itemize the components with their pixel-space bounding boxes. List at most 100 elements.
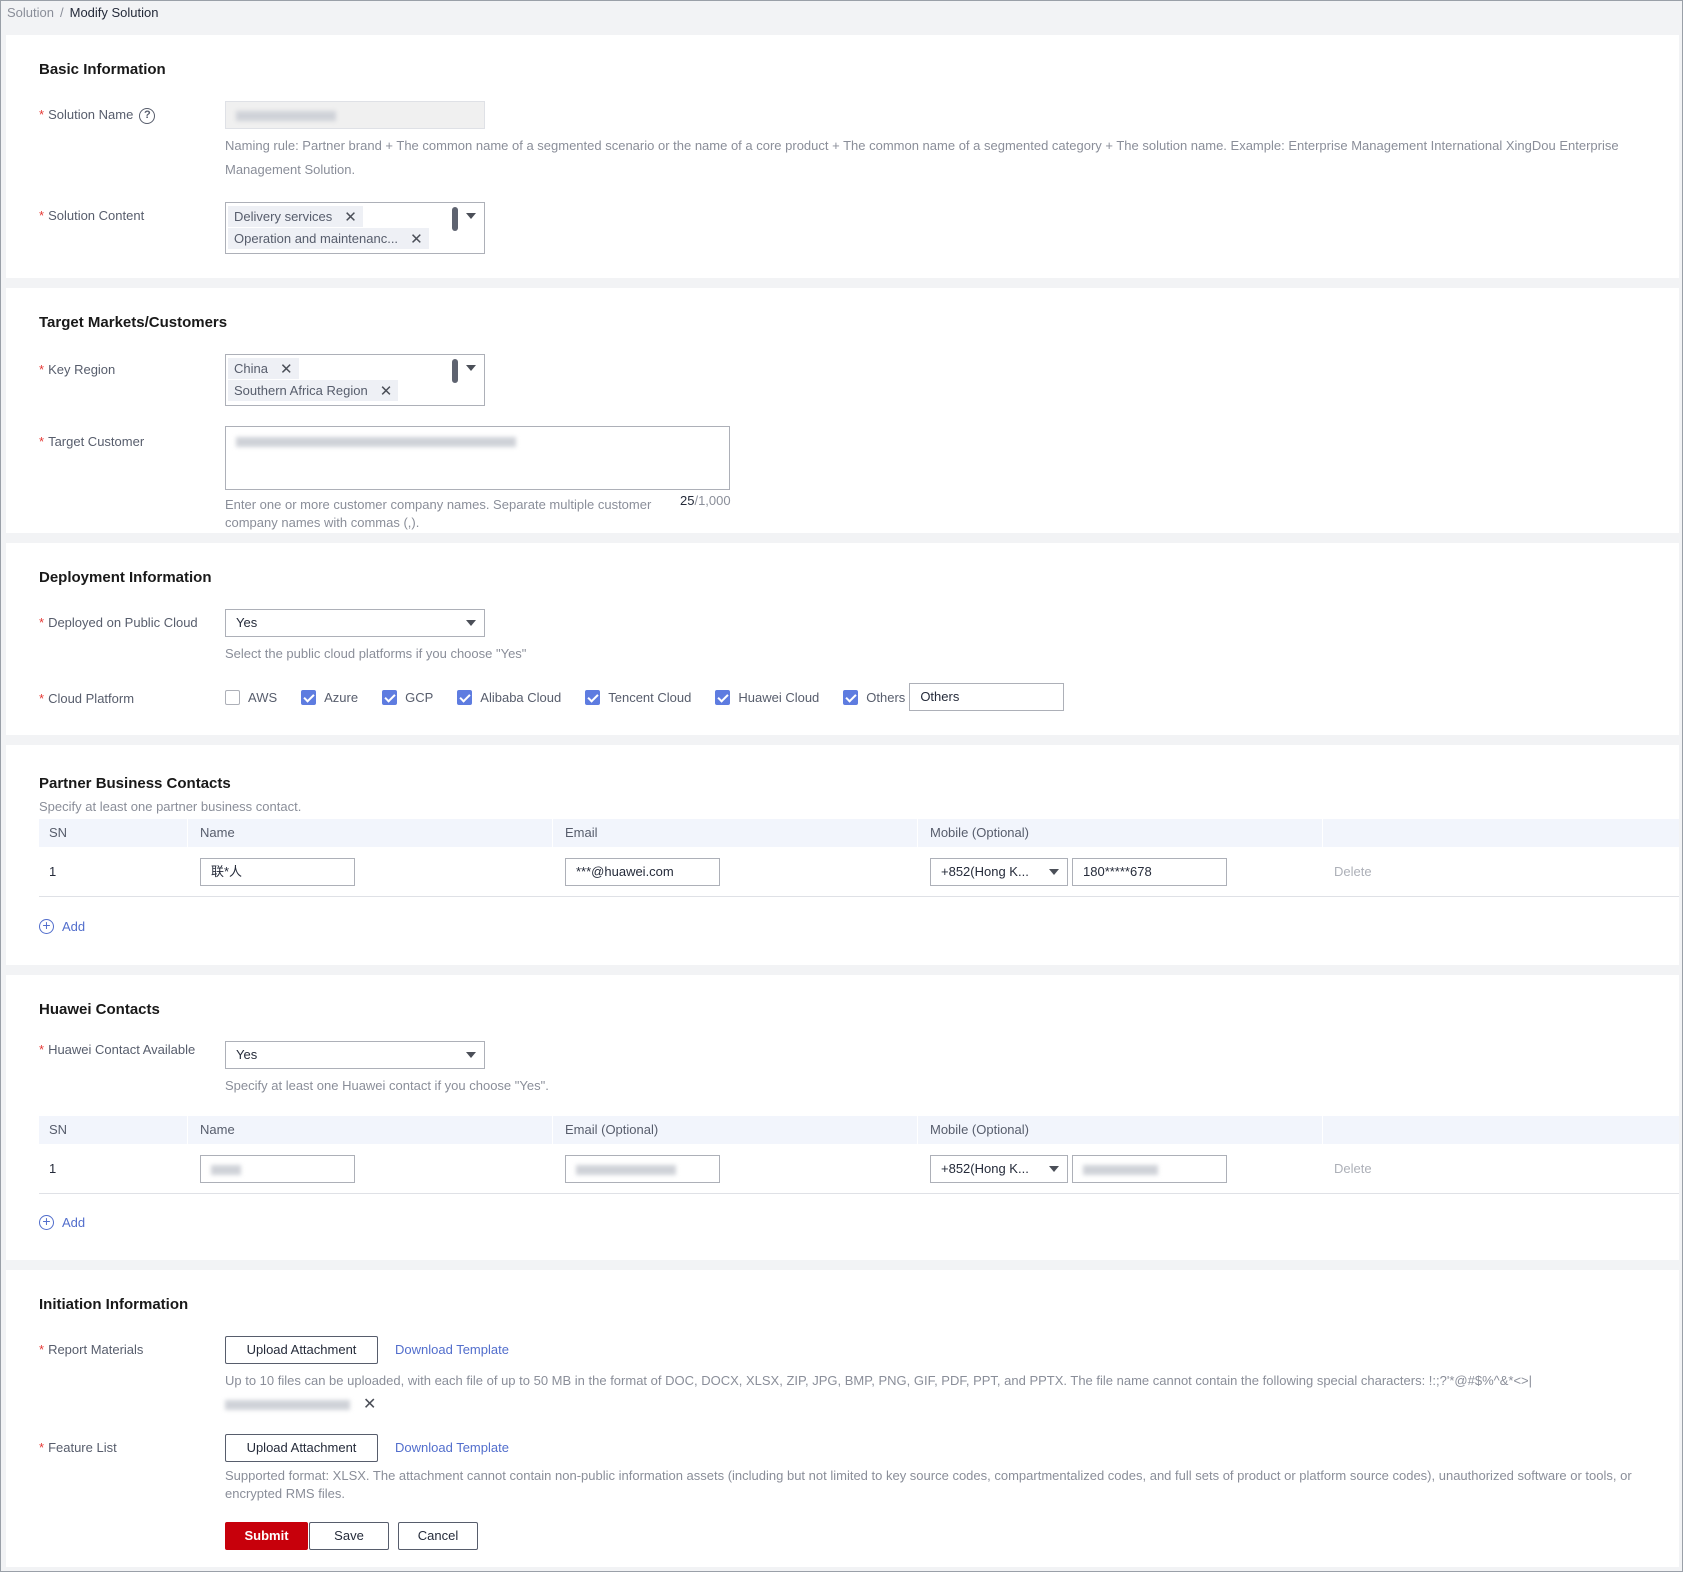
naming-rule-hint: Naming rule: Partner brand + The common … bbox=[225, 138, 1619, 177]
page-frame: Solution / Modify Solution Basic Informati… bbox=[0, 0, 1683, 1572]
contact-name-input[interactable]: 联*人 bbox=[200, 858, 355, 886]
checkbox-huawei-cloud[interactable]: Huawei Cloud bbox=[715, 689, 819, 705]
country-code-select[interactable]: +852(Hong K... bbox=[930, 1155, 1068, 1183]
checkbox-azure[interactable]: Azure bbox=[301, 689, 358, 705]
col-email: Email (Optional) bbox=[565, 1122, 659, 1137]
add-huawei-contact-button[interactable]: + Add bbox=[39, 1214, 85, 1230]
checkbox-alibaba-cloud[interactable]: Alibaba Cloud bbox=[457, 689, 561, 705]
checkbox-checked-icon bbox=[585, 689, 601, 705]
row-sn: 1 bbox=[49, 864, 57, 879]
breadcrumb-current: Modify Solution bbox=[69, 5, 159, 20]
table-header: SN Name Email (Optional) Mobile (Optiona… bbox=[39, 1116, 1679, 1144]
uploaded-file bbox=[225, 1396, 350, 1411]
huawei-email-input[interactable] bbox=[565, 1155, 720, 1183]
feature-list-label: * Feature List bbox=[39, 1440, 117, 1455]
checkbox-checked-icon bbox=[457, 689, 473, 705]
col-name: Name bbox=[200, 825, 235, 840]
solution-content-select[interactable]: Delivery services ✕ Operation and mainten… bbox=[225, 202, 485, 254]
col-sn: SN bbox=[49, 825, 68, 840]
char-counter: 25/1,000 bbox=[680, 493, 731, 508]
col-mobile: Mobile (Optional) bbox=[930, 1122, 1029, 1137]
contact-email-input[interactable]: ***@huawei.com bbox=[565, 858, 720, 886]
cloud-platform-options: AWS Azure GCP Alibaba Cloud Tencent Clou… bbox=[225, 683, 1065, 711]
target-customer-textarea[interactable] bbox=[225, 426, 730, 490]
huawei-contact-hint: Specify at least one Huawei contact if y… bbox=[225, 1078, 549, 1093]
close-icon[interactable]: ✕ bbox=[363, 1394, 376, 1414]
huawei-name-input[interactable] bbox=[200, 1155, 355, 1183]
partner-contacts-table: SN Name Email Mobile (Optional) 1 联*人 **… bbox=[39, 819, 1679, 897]
table-row: 1 联*人 ***@huawei.com +852(Hong K... 180*… bbox=[39, 847, 1679, 897]
submit-button[interactable]: Submit bbox=[225, 1522, 308, 1550]
close-icon[interactable]: ✕ bbox=[344, 208, 357, 226]
public-cloud-hint: Select the public cloud platforms if you… bbox=[225, 646, 527, 661]
report-materials-hint: Up to 10 files can be uploaded, with eac… bbox=[225, 1373, 1533, 1388]
add-circle-icon: + bbox=[39, 1214, 54, 1230]
scrollbar[interactable] bbox=[452, 359, 458, 383]
add-partner-contact-button[interactable]: + Add bbox=[39, 918, 85, 934]
col-name: Name bbox=[200, 1122, 235, 1137]
huawei-contact-available-select[interactable]: Yes bbox=[225, 1041, 485, 1069]
cloud-platform-label: * Cloud Platform bbox=[39, 691, 135, 706]
breadcrumb: Solution / Modify Solution bbox=[7, 5, 159, 20]
basic-info-section: Basic Information * Solution Name? Naming… bbox=[6, 35, 1679, 278]
checkbox-tencent-cloud[interactable]: Tencent Cloud bbox=[585, 689, 691, 705]
initiation-section: Initiation Information * Report Materials… bbox=[6, 1270, 1679, 1567]
cancel-button[interactable]: Cancel bbox=[398, 1522, 478, 1550]
chevron-down-icon[interactable] bbox=[466, 365, 476, 371]
close-icon[interactable]: ✕ bbox=[410, 230, 423, 248]
table-header: SN Name Email Mobile (Optional) bbox=[39, 819, 1679, 847]
checkbox-checked-icon bbox=[301, 689, 317, 705]
public-cloud-select[interactable]: Yes bbox=[225, 609, 485, 637]
delete-row-link[interactable]: Delete bbox=[1334, 1161, 1372, 1176]
row-sn: 1 bbox=[49, 1161, 57, 1176]
tag-item: Southern Africa Region ✕ bbox=[228, 380, 399, 401]
solution-content-label: * Solution Content bbox=[39, 208, 145, 223]
checkbox-others[interactable]: Others bbox=[843, 689, 905, 705]
download-feature-template-link[interactable]: Download Template bbox=[395, 1440, 509, 1455]
upload-attachment-button[interactable]: Upload Attachment bbox=[225, 1336, 378, 1364]
tag-item: China ✕ bbox=[228, 358, 299, 379]
public-cloud-label: * Deployed on Public Cloud bbox=[39, 615, 198, 630]
partner-contacts-subtitle: Specify at least one partner business co… bbox=[39, 799, 302, 814]
help-icon[interactable]: ? bbox=[139, 107, 156, 124]
checkbox-aws[interactable]: AWS bbox=[225, 689, 277, 705]
others-input[interactable]: Others bbox=[909, 683, 1065, 711]
breadcrumb-root[interactable]: Solution bbox=[7, 5, 54, 20]
key-region-label: * Key Region bbox=[39, 362, 116, 377]
delete-row-link[interactable]: Delete bbox=[1334, 864, 1372, 879]
section-title-initiation: Initiation Information bbox=[39, 1296, 189, 1313]
close-icon[interactable]: ✕ bbox=[280, 360, 293, 378]
contact-mobile-input[interactable]: 180*****678 bbox=[1072, 858, 1227, 886]
col-email: Email bbox=[565, 825, 598, 840]
tag-item: Operation and maintenanc... ✕ bbox=[228, 228, 429, 249]
target-customer-hint: Enter one or more customer company names… bbox=[225, 497, 652, 530]
tag-item: Delivery services ✕ bbox=[228, 206, 363, 227]
download-template-link[interactable]: Download Template bbox=[395, 1342, 509, 1357]
checkbox-checked-icon bbox=[715, 689, 731, 705]
scrollbar[interactable] bbox=[452, 207, 458, 231]
checkbox-icon bbox=[225, 689, 240, 705]
checkbox-gcp[interactable]: GCP bbox=[382, 689, 433, 705]
section-title-basic: Basic Information bbox=[39, 61, 166, 78]
solution-name-input bbox=[225, 101, 485, 129]
huawei-contact-available-label: * Huawei Contact Available bbox=[39, 1042, 196, 1057]
breadcrumb-separator: / bbox=[59, 5, 64, 20]
report-materials-label: * Report Materials bbox=[39, 1342, 144, 1357]
target-markets-section: Target Markets/Customers * Key Region Chi… bbox=[6, 288, 1679, 533]
solution-name-label: * Solution Name? bbox=[39, 107, 156, 124]
section-title-target: Target Markets/Customers bbox=[39, 314, 228, 331]
huawei-contacts-section: Huawei Contacts * Huawei Contact Availabl… bbox=[6, 975, 1679, 1260]
chevron-down-icon bbox=[1049, 1166, 1059, 1172]
save-button[interactable]: Save bbox=[309, 1522, 389, 1550]
country-code-select[interactable]: +852(Hong K... bbox=[930, 858, 1068, 886]
checkbox-checked-icon bbox=[843, 689, 859, 705]
upload-feature-attachment-button[interactable]: Upload Attachment bbox=[225, 1434, 378, 1462]
huawei-mobile-input[interactable] bbox=[1072, 1155, 1227, 1183]
chevron-down-icon[interactable] bbox=[466, 213, 476, 219]
close-icon[interactable]: ✕ bbox=[380, 382, 393, 400]
key-region-select[interactable]: China ✕ Southern Africa Region ✕ bbox=[225, 354, 485, 406]
table-row: 1 +852(Hong K... Delete bbox=[39, 1144, 1679, 1194]
section-title-huawei: Huawei Contacts bbox=[39, 1001, 160, 1018]
col-mobile: Mobile (Optional) bbox=[930, 825, 1029, 840]
col-sn: SN bbox=[49, 1122, 68, 1137]
